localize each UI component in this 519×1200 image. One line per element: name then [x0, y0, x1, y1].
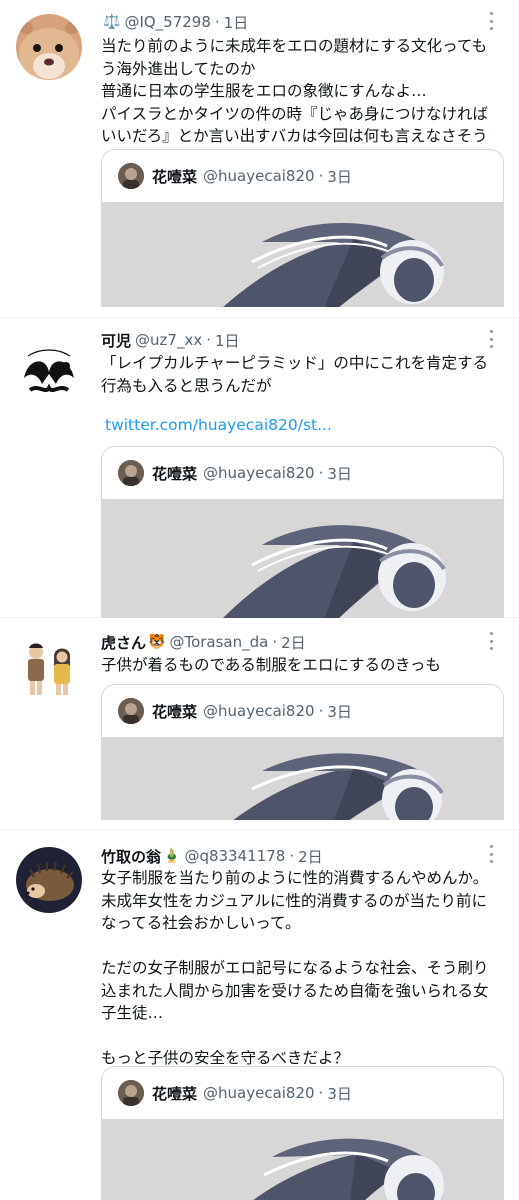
scales-icon: ⚖️ [103, 14, 121, 30]
quoted-author-handle[interactable]: @huayecai820 [203, 702, 315, 720]
quoted-author-handle[interactable]: @huayecai820 [203, 464, 315, 482]
text-line: 女子制服を当たり前のように性的消費するんやめんか。 [101, 869, 489, 887]
tweet-text: 当たり前のように未成年をエロの題材にする文化っても う海外進出してたのか 普通に… [101, 35, 505, 148]
quoted-tweet[interactable]: 花噎菜 @huayecai820 · 3日 [101, 149, 504, 307]
sailor-uniform-image [223, 525, 446, 618]
separator: · [289, 847, 295, 865]
text-line: 子供が着るものである制服をエロにするのきっも [101, 656, 441, 674]
text-line: なってる社会おかしいって。 [101, 914, 301, 932]
separator: · [318, 1084, 324, 1102]
more-icon[interactable] [483, 330, 499, 348]
author-handle[interactable]: @Torasan_da [169, 633, 268, 651]
separator: · [318, 167, 324, 185]
quoted-avatar[interactable] [118, 1080, 144, 1106]
text-line: 込まれた人間から加害を受けるため自衛を強いられる女 [101, 981, 489, 1000]
more-icon[interactable] [483, 632, 499, 650]
quoted-author-name[interactable]: 花噎菜 [152, 701, 197, 722]
text-line: いいだろ』とか言い出すバカは今回は何も言えなさそう [101, 127, 488, 145]
tweet-link[interactable]: twitter.com/huayecai820/st... [105, 416, 332, 434]
text-line: 未成年女性をカジュアルに性的消費するのが当たり前に [101, 891, 487, 910]
quoted-timestamp[interactable]: 3日 [327, 1083, 352, 1104]
text-line: 当たり前のように未成年をエロの題材にする文化っても [101, 37, 488, 55]
quoted-timestamp[interactable]: 3日 [327, 463, 352, 484]
more-icon[interactable] [483, 12, 499, 30]
separator: · [318, 702, 324, 720]
timestamp[interactable]: 1日 [215, 330, 240, 351]
text-line: 「レイプカルチャーピラミッド」の中にこれを肯定する [101, 354, 489, 372]
author-name[interactable]: 可児 [101, 330, 131, 351]
tweet-text: 子供が着るものである制服をエロにするのきっも [101, 654, 505, 677]
author-handle[interactable]: @uz7_xx [135, 331, 202, 349]
text-line: 行為も入ると思うんだが [101, 376, 272, 395]
quoted-author-name[interactable]: 花噎菜 [152, 166, 197, 187]
text-line: 子生徒… [101, 1004, 164, 1022]
quoted-author-name[interactable]: 花噎菜 [152, 463, 197, 484]
avatar-illustration[interactable] [16, 636, 82, 702]
quoted-avatar[interactable] [118, 163, 144, 189]
text-line: 普通に日本の学生服をエロの象徴にすんなよ… [101, 82, 427, 100]
sailor-uniform-image [233, 753, 444, 820]
timestamp[interactable]: 2日 [281, 632, 306, 653]
tiger-icon: 🐯 [148, 634, 166, 650]
avatar-logo[interactable] [16, 338, 82, 404]
text-line: う海外進出してたのか [101, 59, 256, 78]
tweet[interactable]: 可児 @uz7_xx · 1日 「レイプカルチャーピラミッド」の中にこれを肯定す… [0, 318, 519, 618]
text-line [101, 1025, 505, 1048]
quoted-media[interactable] [102, 1119, 503, 1200]
tweet-text: 「レイプカルチャーピラミッド」の中にこれを肯定する 行為も入ると思うんだが [101, 352, 505, 397]
text-line: パイスラとかタイツの件の時『じゃあ身につけなければ [101, 104, 489, 123]
quoted-media[interactable] [102, 737, 503, 820]
bamboo-icon: 🎍 [163, 848, 181, 864]
quoted-timestamp[interactable]: 3日 [327, 701, 352, 722]
more-icon[interactable] [483, 845, 499, 863]
timestamp[interactable]: 2日 [298, 846, 323, 867]
quoted-media[interactable] [102, 499, 503, 618]
timestamp[interactable]: 1日 [224, 12, 249, 33]
quoted-author-handle[interactable]: @huayecai820 [203, 167, 315, 185]
author-handle[interactable]: @q83341178 [184, 847, 285, 865]
quoted-avatar[interactable] [118, 460, 144, 486]
author-handle[interactable]: @IQ_57298 [124, 13, 210, 31]
quoted-author-name[interactable]: 花噎菜 [152, 1083, 197, 1104]
quoted-tweet[interactable]: 花噎菜 @huayecai820 · 3日 [101, 684, 504, 820]
author-name[interactable]: 虎さん [101, 632, 146, 653]
tweet[interactable]: 虎さん 🐯 @Torasan_da · 2日 子供が着るものである制服をエロにす… [0, 618, 519, 830]
separator: · [214, 13, 220, 31]
separator: · [318, 464, 324, 482]
quoted-author-handle[interactable]: @huayecai820 [203, 1084, 315, 1102]
quoted-timestamp[interactable]: 3日 [327, 166, 352, 187]
sailor-uniform-image [253, 1138, 444, 1200]
text-line [101, 935, 505, 958]
tweet[interactable]: 竹取の翁 🎍 @q83341178 · 2日 女子制服を当たり前のように性的消費… [0, 830, 519, 1200]
quoted-avatar[interactable] [118, 698, 144, 724]
author-name[interactable]: 竹取の翁 [101, 846, 161, 867]
separator: · [206, 331, 211, 349]
tweet[interactable]: ⚖️ @IQ_57298 · 1日 当たり前のように未成年をエロの題材にする文化… [0, 0, 519, 318]
quoted-media[interactable] [102, 202, 503, 307]
separator: · [272, 633, 278, 651]
quoted-tweet[interactable]: 花噎菜 @huayecai820 · 3日 [101, 1066, 504, 1200]
quoted-tweet[interactable]: 花噎菜 @huayecai820 · 3日 [101, 446, 504, 618]
avatar-hamster[interactable] [16, 14, 82, 80]
sailor-uniform-image [223, 223, 444, 307]
tweet-text: 女子制服を当たり前のように性的消費するんやめんか。 未成年女性をカジュアルに性的… [101, 867, 505, 1070]
avatar-hedgehog[interactable] [16, 847, 82, 913]
text-line: ただの女子制服がエロ記号になるような社会、そう刷り [101, 959, 489, 977]
